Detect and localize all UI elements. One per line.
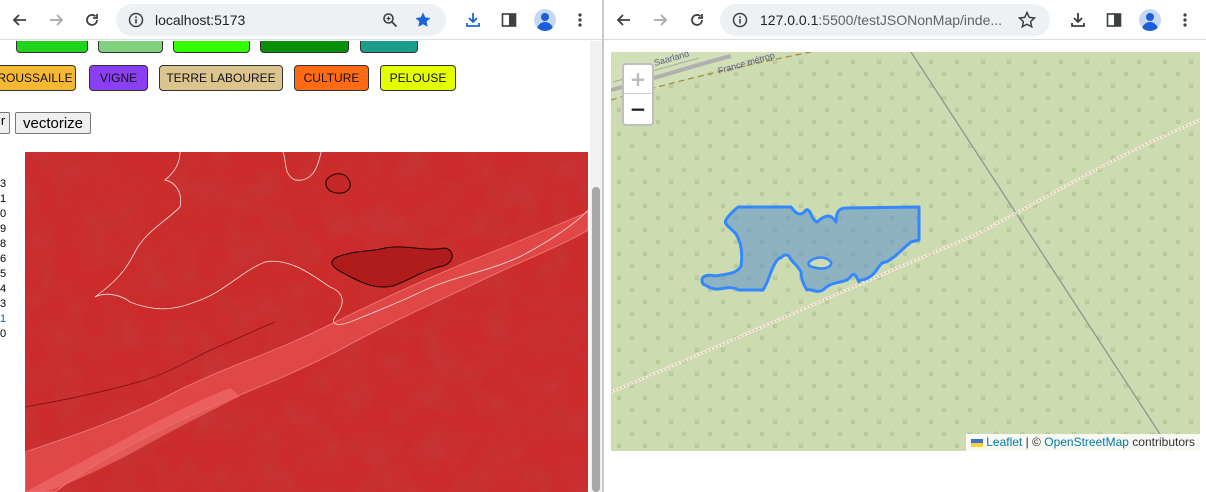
left-browser-toolbar: localhost:5173 [0, 0, 602, 40]
side-number[interactable]: 3 [0, 177, 10, 192]
reload-icon [691, 14, 703, 26]
segmentation-page: ROUSSAILLE VIGNE TERRE LABOUREE CULTURE … [0, 41, 590, 492]
class-button-culture[interactable]: CULTURE [294, 65, 369, 91]
reload-button[interactable] [78, 6, 106, 34]
class-button-teal[interactable] [360, 41, 418, 53]
class-button-green-4[interactable] [260, 41, 349, 53]
back-arrow-icon [616, 14, 630, 26]
right-browser-window: 127.0.0.1:5500/testJSONonMap/inde... Saa… [604, 0, 1206, 492]
side-number[interactable]: 3 [0, 297, 10, 312]
download-icon [466, 13, 480, 27]
class-button-vigne[interactable]: VIGNE [89, 65, 148, 91]
class-button-green-3[interactable] [173, 41, 250, 53]
side-number[interactable]: 9 [0, 222, 10, 237]
more-menu-button[interactable] [1171, 6, 1199, 34]
profile-avatar[interactable] [1139, 9, 1161, 31]
side-number-list: 3 1 0 9 8 6 5 4 3 1 0 [0, 177, 10, 342]
polygon-hole [807, 256, 833, 270]
right-browser-toolbar: 127.0.0.1:5500/testJSONonMap/inde... [604, 0, 1206, 40]
profile-icon [1146, 13, 1154, 21]
leaflet-page: Saarland France métrop + − Leaflet | © O… [604, 41, 1206, 492]
ukraine-flag-icon [971, 439, 984, 447]
class-button-roussaille[interactable]: ROUSSAILLE [0, 65, 76, 91]
attribution-separator: | © [1025, 435, 1041, 449]
forward-arrow-icon [654, 14, 668, 26]
side-number[interactable]: 4 [0, 282, 10, 297]
profile-avatar[interactable] [534, 9, 556, 31]
address-url: 127.0.0.1:5500/testJSONonMap/inde... [760, 12, 1002, 28]
zoom-in-button[interactable]: + [624, 65, 652, 94]
zoom-out-button[interactable]: − [624, 94, 652, 123]
side-number[interactable]: 8 [0, 237, 10, 252]
raster-black-blob [325, 173, 351, 194]
address-url: localhost:5173 [155, 12, 246, 28]
side-panel-button[interactable] [1100, 6, 1128, 34]
side-number[interactable]: 0 [0, 207, 10, 222]
side-panel-icon [1106, 13, 1122, 27]
side-number[interactable]: 5 [0, 267, 10, 282]
partial-button[interactable]: r [0, 112, 10, 134]
openstreetmap-link[interactable]: OpenStreetMap [1044, 435, 1129, 449]
side-panel-button[interactable] [495, 6, 523, 34]
leaflet-link[interactable]: Leaflet [986, 435, 1022, 449]
back-button[interactable] [610, 6, 638, 34]
class-button-terre-labouree[interactable]: TERRE LABOUREE [159, 65, 283, 91]
address-bar[interactable]: 127.0.0.1:5500/testJSONonMap/inde... [720, 4, 1050, 36]
reload-button[interactable] [683, 6, 711, 34]
download-icon [1071, 13, 1085, 27]
segmentation-raster[interactable] [25, 152, 588, 492]
vectorize-button[interactable]: vectorize [15, 112, 91, 134]
back-arrow-icon [12, 14, 26, 26]
downloads-button[interactable] [459, 6, 487, 34]
side-number[interactable]: 6 [0, 252, 10, 267]
url-path: :5500/testJSONonMap/inde... [818, 12, 1003, 28]
side-panel-icon [501, 13, 517, 27]
more-menu-button[interactable] [566, 6, 594, 34]
bookmark-star-icon [415, 12, 431, 27]
left-scrollbar-thumb[interactable] [592, 187, 600, 492]
class-button-green-1[interactable] [16, 41, 88, 53]
map-attribution: Leaflet | © OpenStreetMap contributors [966, 434, 1200, 451]
map-grass-pattern [611, 52, 1200, 451]
forward-arrow-icon [50, 14, 64, 26]
left-browser-window: localhost:5173 ROUSSAILLE VIGNE TERRE LA… [0, 0, 602, 492]
address-bar[interactable]: localhost:5173 [116, 4, 446, 36]
more-menu-icon [578, 13, 582, 27]
reload-icon [86, 14, 98, 26]
class-button-green-2[interactable] [98, 41, 163, 53]
downloads-button[interactable] [1064, 6, 1092, 34]
profile-icon [541, 13, 549, 21]
site-info-icon [732, 12, 748, 28]
side-number[interactable]: 1 [0, 192, 10, 207]
url-host: 127.0.0.1 [760, 12, 819, 28]
side-number[interactable]: 0 [0, 327, 10, 342]
site-info-icon [128, 12, 144, 28]
zoom-control: + − [622, 63, 654, 126]
forward-button[interactable] [646, 6, 674, 34]
side-number-selected[interactable]: 1 [0, 312, 10, 327]
forward-button[interactable] [42, 6, 70, 34]
left-scrollbar[interactable] [590, 41, 602, 492]
bookmark-star-icon [1018, 11, 1036, 29]
zoom-icon [383, 13, 398, 28]
back-button[interactable] [6, 6, 34, 34]
leaflet-map[interactable]: Saarland France métrop + − Leaflet | © O… [611, 52, 1200, 451]
class-button-pelouse[interactable]: PELOUSE [380, 65, 456, 91]
more-menu-icon [1183, 13, 1187, 27]
attribution-tail: contributors [1132, 435, 1195, 449]
